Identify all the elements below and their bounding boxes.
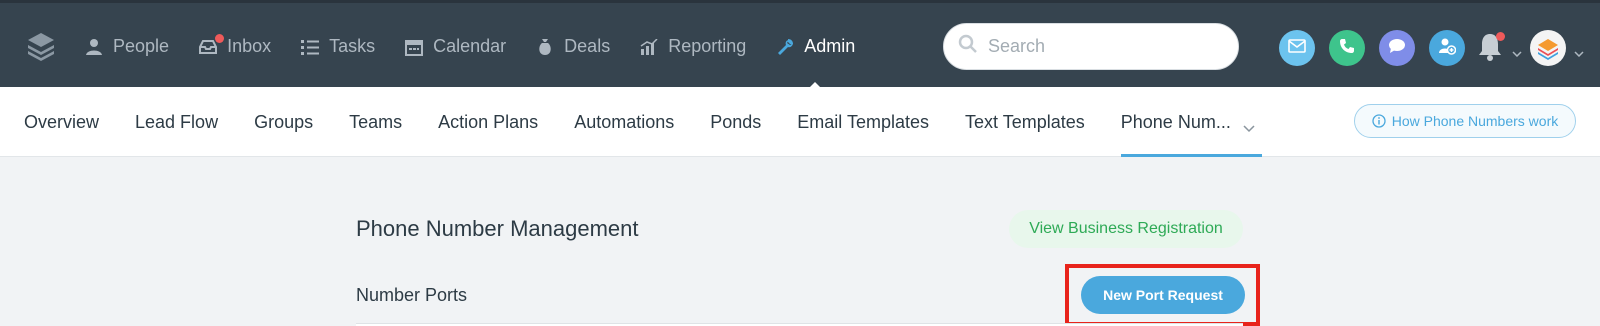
search-box[interactable] xyxy=(943,23,1239,70)
section-title: Number Ports xyxy=(356,285,468,305)
info-icon xyxy=(1372,114,1386,128)
phone-button[interactable] xyxy=(1329,30,1365,66)
person-icon xyxy=(84,37,104,57)
tab-phone-numbers[interactable]: Phone Num... xyxy=(1120,87,1262,157)
add-person-icon xyxy=(1438,37,1457,60)
how-phone-numbers-work-button[interactable]: How Phone Numbers work xyxy=(1354,104,1576,138)
add-person-button[interactable] xyxy=(1429,30,1465,66)
nav-item-deals[interactable]: Deals xyxy=(535,3,610,90)
main-nav: People Inbox Tasks Calendar Deals Report… xyxy=(84,3,884,91)
nav-item-calendar[interactable]: Calendar xyxy=(404,3,506,90)
notification-dot xyxy=(1496,32,1505,41)
help-button-label: How Phone Numbers work xyxy=(1391,113,1559,129)
top-navbar: People Inbox Tasks Calendar Deals Report… xyxy=(0,0,1600,91)
view-business-registration-button[interactable]: View Business Registration xyxy=(1009,210,1243,248)
chat-button[interactable] xyxy=(1379,30,1415,66)
search-icon xyxy=(958,34,978,59)
tab-label: Phone Num... xyxy=(1120,111,1231,132)
nav-item-tasks[interactable]: Tasks xyxy=(300,3,375,90)
nav-item-label: Inbox xyxy=(227,36,272,56)
phone-icon xyxy=(1339,38,1355,59)
notification-dot xyxy=(215,33,225,43)
tab-lead-flow[interactable]: Lead Flow xyxy=(135,87,218,157)
money-bag-icon xyxy=(535,37,555,57)
page-title: Phone Number Management xyxy=(356,216,639,241)
tab-email-templates[interactable]: Email Templates xyxy=(797,87,929,157)
search-input[interactable] xyxy=(988,36,1218,57)
nav-item-people[interactable]: People xyxy=(84,3,169,90)
tab-action-plans[interactable]: Action Plans xyxy=(438,87,538,157)
tab-teams[interactable]: Teams xyxy=(349,87,402,157)
inbox-icon xyxy=(198,33,225,57)
notifications-button[interactable] xyxy=(1476,31,1508,63)
nav-item-label: Reporting xyxy=(668,36,747,56)
app-logo-icon[interactable] xyxy=(26,31,56,61)
nav-item-inbox[interactable]: Inbox xyxy=(198,3,271,90)
chevron-down-icon xyxy=(1243,117,1255,138)
admin-tabs: Overview Lead Flow Groups Teams Action P… xyxy=(24,87,1291,157)
calendar-icon xyxy=(404,37,424,57)
nav-item-label: Calendar xyxy=(433,36,507,56)
bar-chart-icon xyxy=(639,37,659,57)
chevron-down-icon[interactable] xyxy=(1574,44,1584,62)
active-tab-underline xyxy=(1120,154,1262,157)
tab-overview[interactable]: Overview xyxy=(24,87,99,157)
tab-groups[interactable]: Groups xyxy=(254,87,313,157)
bell-icon xyxy=(1476,34,1504,65)
nav-item-label: Admin xyxy=(804,36,856,56)
tab-ponds[interactable]: Ponds xyxy=(710,87,761,157)
tab-automations[interactable]: Automations xyxy=(574,87,674,157)
nav-item-label: Tasks xyxy=(329,36,376,56)
email-icon xyxy=(1288,38,1306,58)
nav-item-admin[interactable]: Admin xyxy=(775,3,856,91)
new-port-request-button[interactable]: New Port Request xyxy=(1081,276,1245,314)
wrench-icon xyxy=(775,37,795,57)
chat-icon xyxy=(1388,38,1406,59)
admin-subnav: Overview Lead Flow Groups Teams Action P… xyxy=(0,87,1600,157)
nav-item-reporting[interactable]: Reporting xyxy=(639,3,746,90)
tasks-icon xyxy=(300,37,320,57)
chevron-down-icon[interactable] xyxy=(1512,44,1522,62)
tab-text-templates[interactable]: Text Templates xyxy=(965,87,1085,157)
nav-item-label: People xyxy=(113,36,170,56)
avatar[interactable] xyxy=(1530,30,1566,66)
nav-item-label: Deals xyxy=(564,36,611,56)
email-button[interactable] xyxy=(1279,30,1315,66)
